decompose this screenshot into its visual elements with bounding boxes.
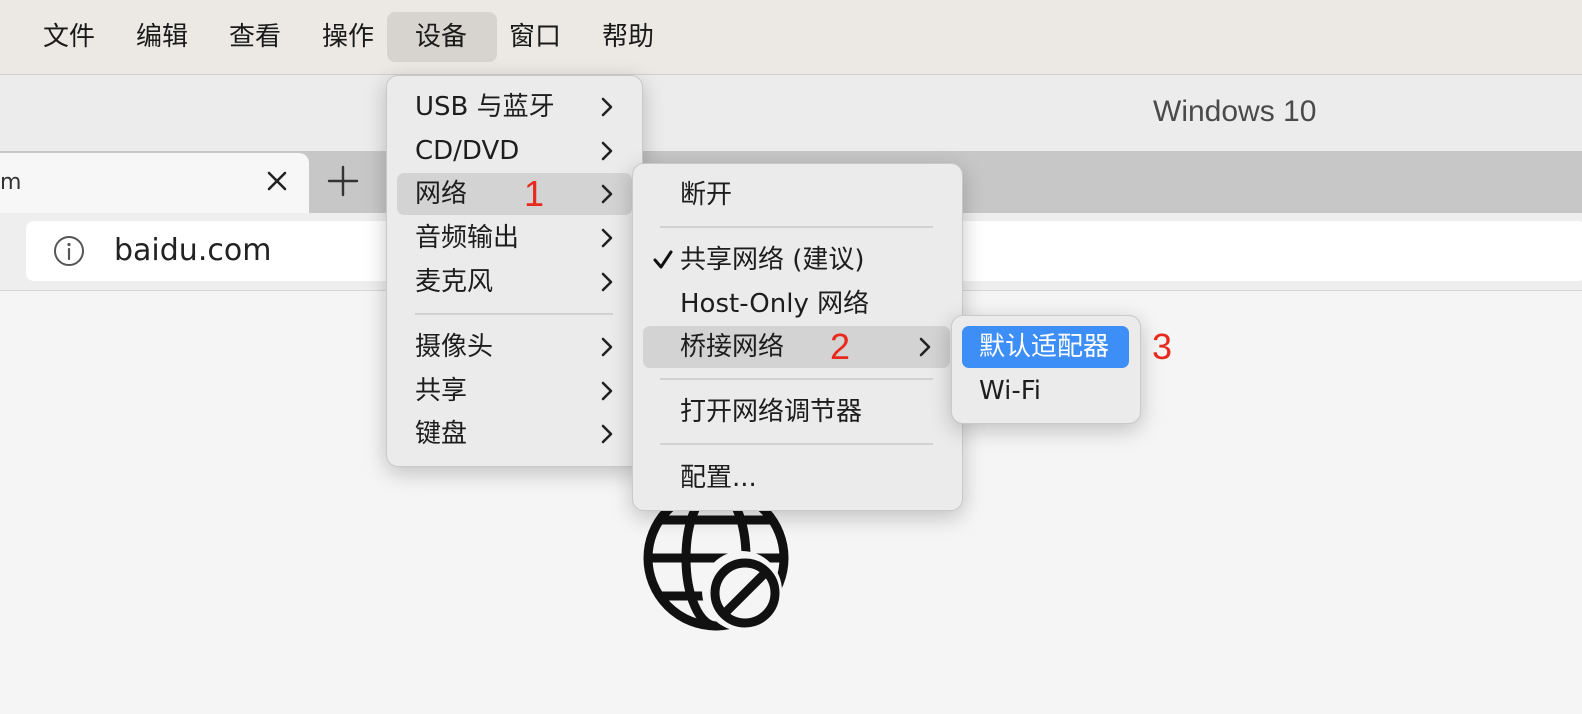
menu-view[interactable]: 查看 [201,12,309,62]
browser-tab[interactable] [0,153,309,214]
url-text: baidu.com [114,233,272,268]
menu-item-label: 网络 [415,179,468,209]
annotation-number-3: 3 [1152,326,1173,367]
menu-item-label: 桥接网络 [680,332,785,362]
menu-item-label: 断开 [680,180,733,210]
devices-item-keyboard[interactable]: 键盘 [397,413,632,455]
menu-item-label: 音频输出 [415,223,520,253]
bridge-item-default-adapter[interactable]: 默认适配器 [962,326,1129,368]
menu-separator [660,378,933,380]
globe-offline-icon [643,496,789,631]
menu-item-label: 摄像头 [415,332,494,362]
devices-item-audio-output[interactable]: 音频输出 [397,217,632,259]
plus-icon[interactable] [326,164,360,198]
menu-item-label: 键盘 [415,419,468,449]
close-icon[interactable] [264,168,290,194]
menu-window[interactable]: 窗口 [481,12,589,62]
menu-edit[interactable]: 编辑 [108,12,216,62]
devices-item-sharing[interactable]: 共享 [397,370,632,412]
annotation-number-2: 2 [830,326,851,367]
chevron-right-icon [919,337,931,357]
network-item-host-only[interactable]: Host-Only 网络 [643,283,950,325]
devices-item-camera[interactable]: 摄像头 [397,326,632,368]
network-item-open-conditioner[interactable]: 打开网络调节器 [643,391,950,433]
menu-file[interactable]: 文件 [15,12,123,62]
window-titlebar [0,75,1582,153]
menu-separator [660,226,933,228]
annotation-number-1: 1 [524,173,545,214]
checkmark-icon [653,250,673,269]
network-item-bridged[interactable]: 桥接网络 [643,326,950,368]
menu-separator [660,443,933,445]
network-item-disconnect[interactable]: 断开 [643,174,950,216]
info-icon[interactable] [53,235,85,267]
menu-actions[interactable]: 操作 [294,12,402,62]
network-item-shared[interactable]: 共享网络 (建议) [643,239,950,281]
menu-item-label: 麦克风 [415,267,494,297]
menu-item-label: Wi-Fi [979,376,1042,406]
menu-item-label: USB 与蓝牙 [415,92,555,122]
menu-item-label: Host-Only 网络 [680,289,870,319]
window-title: Windows 10 [1153,95,1317,128]
menu-item-label: 打开网络调节器 [680,397,863,427]
devices-item-cd-dvd[interactable]: CD/DVD [397,130,632,172]
tab-title: m [0,170,22,195]
bridge-item-wifi[interactable]: Wi-Fi [962,370,1129,412]
menu-item-label: 共享 [415,376,468,406]
menu-item-label: 配置... [680,463,757,493]
chevron-right-icon [601,228,613,248]
menu-item-label: 默认适配器 [979,332,1110,362]
menu-item-label: 共享网络 (建议) [680,245,865,275]
devices-item-usb-bluetooth[interactable]: USB 与蓝牙 [397,86,632,128]
menu-help[interactable]: 帮助 [574,12,682,62]
chevron-right-icon [601,337,613,357]
chevron-right-icon [601,272,613,292]
chevron-right-icon [601,184,613,204]
chevron-right-icon [601,424,613,444]
devices-item-microphone[interactable]: 麦克风 [397,261,632,303]
chevron-right-icon [601,381,613,401]
devices-item-network[interactable]: 网络 [397,173,632,215]
chevron-right-icon [601,97,613,117]
network-item-configure[interactable]: 配置... [643,457,950,499]
menu-item-label: CD/DVD [415,136,520,166]
menu-separator [415,313,613,315]
chevron-right-icon [601,141,613,161]
